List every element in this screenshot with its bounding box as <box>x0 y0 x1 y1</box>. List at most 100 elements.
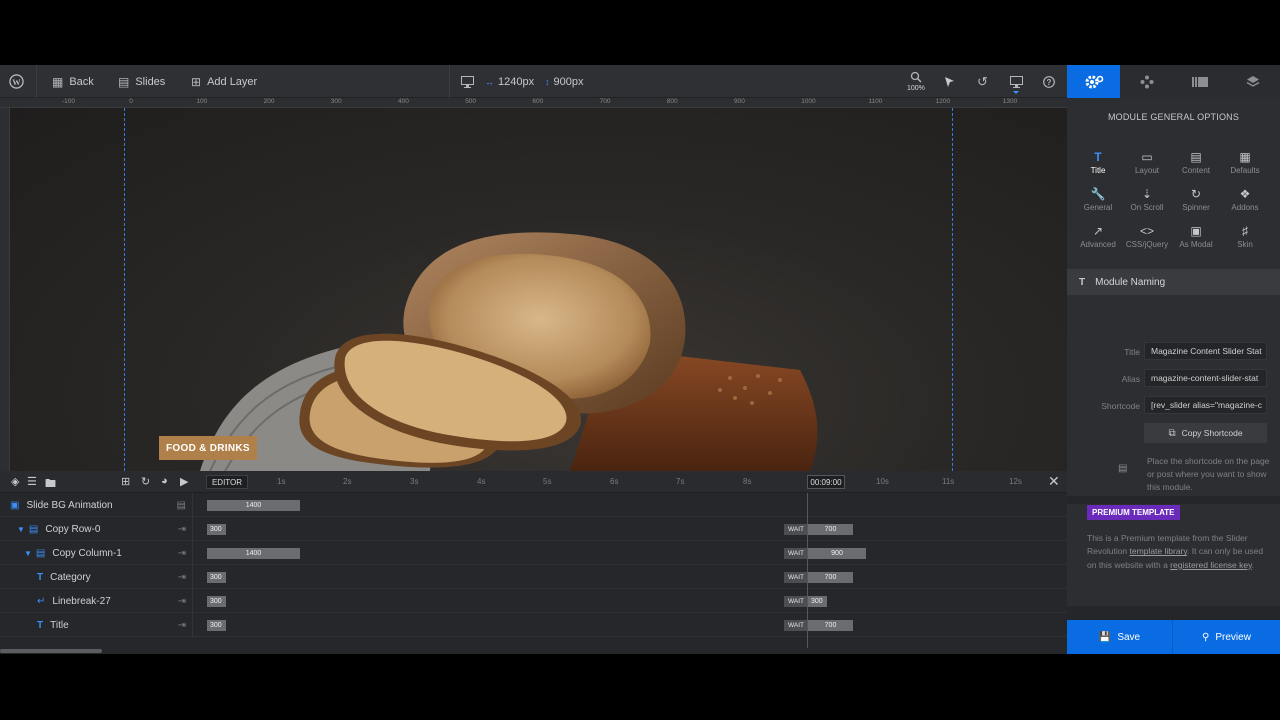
timeline-row[interactable]: ↵ Linebreak-27 ⇥ 300 WAIT 300 <box>0 589 1067 613</box>
help-icon: ? <box>1043 75 1055 88</box>
alias-field[interactable]: magazine-content-slider-stat <box>1144 369 1267 387</box>
height-field[interactable]: ↕ 900px <box>545 65 583 98</box>
preview-button[interactable]: ⚲ Preview <box>1173 620 1280 654</box>
help-button[interactable]: ? <box>1043 65 1055 98</box>
license-key-link[interactable]: registered license key <box>1170 560 1252 570</box>
audio-icon[interactable]: ◕ <box>161 475 168 487</box>
option-spinner[interactable]: ↻ Spinner <box>1171 187 1221 212</box>
option-on-scroll[interactable]: ⇣ On Scroll <box>1122 187 1172 212</box>
option-layout[interactable]: ▭ Layout <box>1122 150 1172 175</box>
option-advanced[interactable]: ↗ Advanced <box>1073 224 1123 249</box>
tab-navigation[interactable] <box>1120 65 1173 98</box>
image-icon: ▣ <box>10 499 20 511</box>
category-layer[interactable]: FOOD & DRINKS <box>159 436 257 460</box>
playhead-line[interactable] <box>807 493 808 648</box>
timeline-row[interactable]: ▣ Slide BG Animation ▤ 1400 <box>0 493 1067 517</box>
animation-bar[interactable]: 1400 <box>207 500 300 511</box>
in-animation-bar[interactable]: 300 <box>207 572 226 583</box>
option-as-modal[interactable]: ▣ As Modal <box>1171 224 1221 249</box>
in-animation-bar[interactable]: 300 <box>207 596 226 607</box>
end-arrow-icon[interactable]: ⇥ <box>178 620 186 631</box>
out-animation-bar[interactable]: 900 <box>808 548 866 559</box>
add-layer-button[interactable]: ⊞ Add Layer <box>191 65 257 98</box>
option-skin[interactable]: ♯ Skin <box>1220 224 1270 249</box>
out-animation-bar[interactable]: 700 <box>808 524 853 535</box>
timeline-row[interactable]: ▼ ▤ Copy Column-1 ⇥ 1400 WAIT 900 <box>0 541 1067 565</box>
layer-name-cell: ↵ Linebreak-27 ⇥ <box>0 589 193 613</box>
scrollbar-thumb[interactable] <box>0 649 102 653</box>
trend-icon: ↗ <box>1092 224 1104 238</box>
in-animation-bar[interactable]: 1400 <box>207 548 300 559</box>
option-label: As Modal <box>1179 240 1213 249</box>
editor-mode-label[interactable]: EDITOR <box>206 475 248 489</box>
slides-button[interactable]: ▤ Slides <box>118 65 165 98</box>
in-animation-bar[interactable]: 300 <box>207 620 226 631</box>
tick-8s: 8s <box>743 477 752 486</box>
ruler-tick-label: 1000 <box>801 98 816 105</box>
save-button[interactable]: 💾 Save <box>1067 620 1173 654</box>
template-library-link[interactable]: template library <box>1130 546 1187 556</box>
out-animation-bar[interactable]: 700 <box>808 572 853 583</box>
timeline-row[interactable]: ▼ ▤ Copy Row-0 ⇥ 300 WAIT 700 <box>0 517 1067 541</box>
option-content[interactable]: ▤ Content <box>1171 150 1221 175</box>
responsive-dropdown-caret-icon <box>1013 91 1019 94</box>
loop-icon[interactable]: ↻ <box>141 475 150 488</box>
list-icon[interactable]: ☰ <box>27 475 37 488</box>
grid-icon[interactable]: ⊞ <box>121 475 130 488</box>
tick-4s: 4s <box>477 477 486 486</box>
tab-layers[interactable] <box>1227 65 1280 98</box>
linebreak-icon: ↵ <box>37 595 46 607</box>
layer-name-cell: T Category ⇥ <box>0 565 193 589</box>
shortcode-field[interactable]: [rev_slider alias="magazine-c <box>1144 396 1267 414</box>
end-arrow-icon[interactable]: ⇥ <box>178 572 186 583</box>
slides-icon: ▤ <box>118 74 130 89</box>
module-naming-header[interactable]: T Module Naming <box>1067 269 1280 295</box>
gears-icon <box>1085 75 1103 88</box>
out-animation-bar[interactable]: 300 <box>808 596 827 607</box>
copy-shortcode-button[interactable]: ⧉ Copy Shortcode <box>1144 423 1267 443</box>
out-animation-bar[interactable]: 700 <box>808 620 853 631</box>
slide-bg-icon[interactable]: ▤ <box>177 500 186 511</box>
option-defaults[interactable]: ▦ Defaults <box>1220 150 1270 175</box>
current-time[interactable]: 00:09:00 <box>807 475 845 489</box>
tab-module-settings[interactable] <box>1067 65 1121 98</box>
timeline-scrollbar[interactable] <box>0 648 1067 654</box>
code-icon: <> <box>1139 224 1154 238</box>
layer-name: Copy Column-1 <box>52 547 122 559</box>
back-label: Back <box>69 75 94 88</box>
option-addons[interactable]: ❖ Addons <box>1220 187 1270 212</box>
wordpress-logo-button[interactable]: W <box>9 65 24 98</box>
expand-caret-icon[interactable]: ▼ <box>24 549 32 558</box>
slider-editor-app: W ▦ Back ▤ Slides ⊞ Add Layer ↔ 1240px ↕… <box>0 65 1280 654</box>
option-general[interactable]: 🔧 General <box>1073 187 1123 212</box>
tab-slide-settings[interactable] <box>1174 65 1227 98</box>
expand-caret-icon[interactable]: ▼ <box>17 525 25 534</box>
timeline-row[interactable]: T Category ⇥ 300 WAIT 700 <box>0 565 1067 589</box>
layers-icon[interactable]: ◈ <box>11 475 19 488</box>
end-arrow-icon[interactable]: ⇥ <box>178 596 186 607</box>
save-label: Save <box>1117 631 1141 643</box>
device-desktop-button[interactable] <box>461 65 474 98</box>
end-arrow-icon[interactable]: ⇥ <box>178 548 186 559</box>
play-icon[interactable]: ▶ <box>180 475 188 488</box>
wrench-icon: 🔧 <box>1090 187 1106 201</box>
zoom-button[interactable] <box>910 65 922 98</box>
tick-12s: 12s <box>1009 477 1022 486</box>
width-field[interactable]: ↔ 1240px <box>485 65 534 98</box>
premium-template-badge: PREMIUM TEMPLATE <box>1087 505 1180 520</box>
option-title[interactable]: T Title <box>1073 150 1123 175</box>
undo-button[interactable]: ↺ <box>977 65 994 98</box>
close-icon[interactable]: ✕ <box>1048 473 1060 490</box>
option-css-jquery[interactable]: <> CSS/jQuery <box>1122 224 1172 249</box>
folder-icon[interactable]: 🖿 <box>45 475 56 494</box>
slide-canvas[interactable]: FOOD & DRINKS <box>10 108 1067 471</box>
ruler-tick-label: -100 <box>62 98 76 105</box>
back-button[interactable]: ▦ Back <box>52 65 94 98</box>
end-arrow-icon[interactable]: ⇥ <box>178 524 186 535</box>
title-field[interactable]: Magazine Content Slider Stat <box>1144 342 1267 360</box>
timeline-row[interactable]: T Title ⇥ 300 WAIT 700 <box>0 613 1067 637</box>
in-animation-bar[interactable]: 300 <box>207 524 226 535</box>
premium-text-part: . <box>1251 559 1255 570</box>
select-tool-button[interactable] <box>944 65 955 98</box>
title-t-icon: T <box>1079 276 1086 288</box>
